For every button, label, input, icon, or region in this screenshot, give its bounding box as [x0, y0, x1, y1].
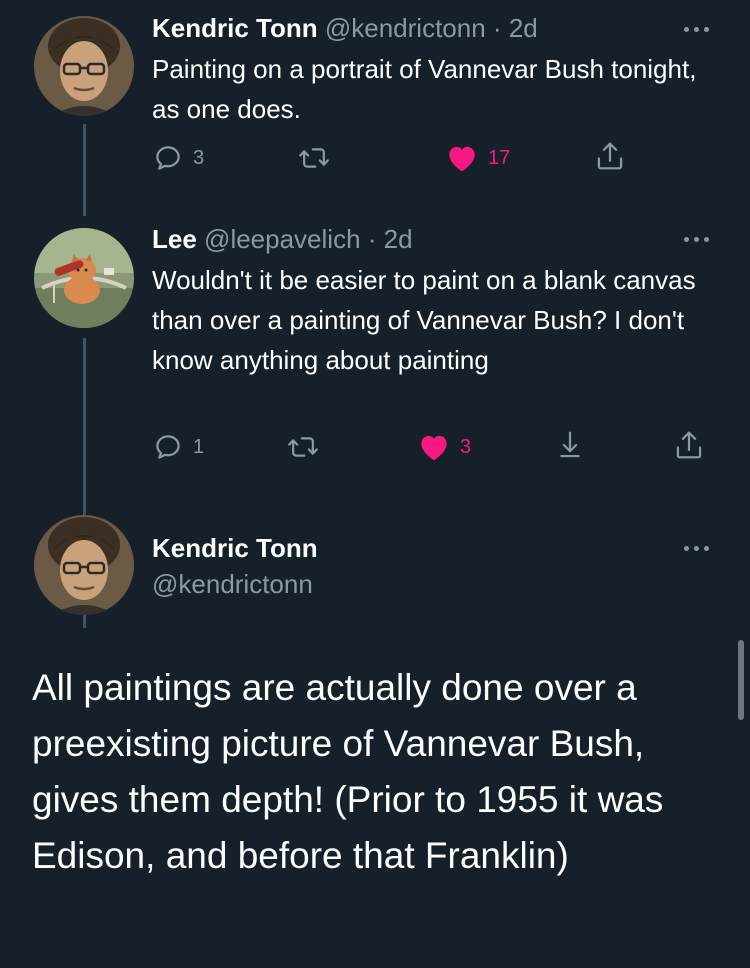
more-icon[interactable]	[682, 543, 712, 553]
share-icon	[597, 142, 623, 170]
reply-count: 3	[193, 146, 205, 169]
timestamp[interactable]: 2d	[509, 13, 538, 43]
separator: ·	[367, 224, 377, 254]
timestamp[interactable]: 2d	[384, 224, 413, 254]
reply-icon	[156, 435, 180, 459]
tweet-header: Kendric Tonn @kendrictonn · 2d	[152, 12, 538, 44]
retweet-button[interactable]	[298, 141, 340, 175]
like-count: 17	[488, 146, 511, 169]
share-button[interactable]	[674, 428, 704, 462]
share-button[interactable]	[595, 139, 625, 173]
like-count: 3	[460, 435, 472, 458]
tweet-lee[interactable]: Lee @leepavelich · 2d Wouldn't it be eas…	[0, 216, 750, 628]
avatar-kendric[interactable]	[34, 515, 134, 615]
author-name[interactable]: Kendric Tonn	[152, 13, 318, 43]
avatar-kendric[interactable]	[34, 16, 134, 116]
retweet-icon	[299, 148, 329, 168]
reply-button[interactable]: 1	[153, 430, 204, 464]
like-button[interactable]: 3	[418, 430, 471, 464]
tweet-kendric-1[interactable]: Kendric Tonn @kendrictonn · 2d Painting …	[0, 0, 750, 216]
author-handle[interactable]: @kendrictonn	[325, 13, 486, 43]
author-name[interactable]: Lee	[152, 224, 197, 254]
heart-filled-icon	[449, 146, 475, 172]
cat-painting-image	[34, 228, 134, 328]
portrait-image	[34, 515, 134, 615]
download-button[interactable]	[555, 428, 585, 462]
retweet-icon	[288, 437, 318, 457]
more-icon[interactable]	[682, 24, 712, 34]
more-icon[interactable]	[682, 234, 712, 244]
tweet-text: Wouldn't it be easier to paint on a blan…	[152, 265, 696, 375]
main-tweet-text: All paintings are actually done over a p…	[32, 667, 664, 876]
author-name[interactable]: Kendric Tonn	[152, 532, 318, 564]
share-icon	[676, 431, 702, 459]
scrollbar[interactable]	[738, 640, 744, 720]
reply-icon	[156, 146, 180, 170]
reply-count: 1	[193, 435, 205, 458]
download-icon	[560, 431, 580, 458]
avatar-lee[interactable]	[34, 228, 134, 328]
main-tweet[interactable]: Kendric Tonn @kendrictonn All paintings …	[0, 500, 750, 968]
like-button[interactable]: 17	[446, 141, 510, 175]
author-handle[interactable]: @kendrictonn	[152, 568, 313, 600]
portrait-image	[34, 16, 134, 116]
author-handle[interactable]: @leepavelich	[204, 224, 360, 254]
heart-filled-icon	[421, 435, 447, 461]
reply-button[interactable]: 3	[153, 141, 204, 175]
thread-line	[83, 124, 86, 216]
tweet-text: Painting on a portrait of Vannevar Bush …	[152, 54, 697, 124]
tweet-header: Lee @leepavelich · 2d	[152, 223, 413, 255]
retweet-button[interactable]	[287, 430, 329, 464]
separator: ·	[492, 13, 502, 43]
